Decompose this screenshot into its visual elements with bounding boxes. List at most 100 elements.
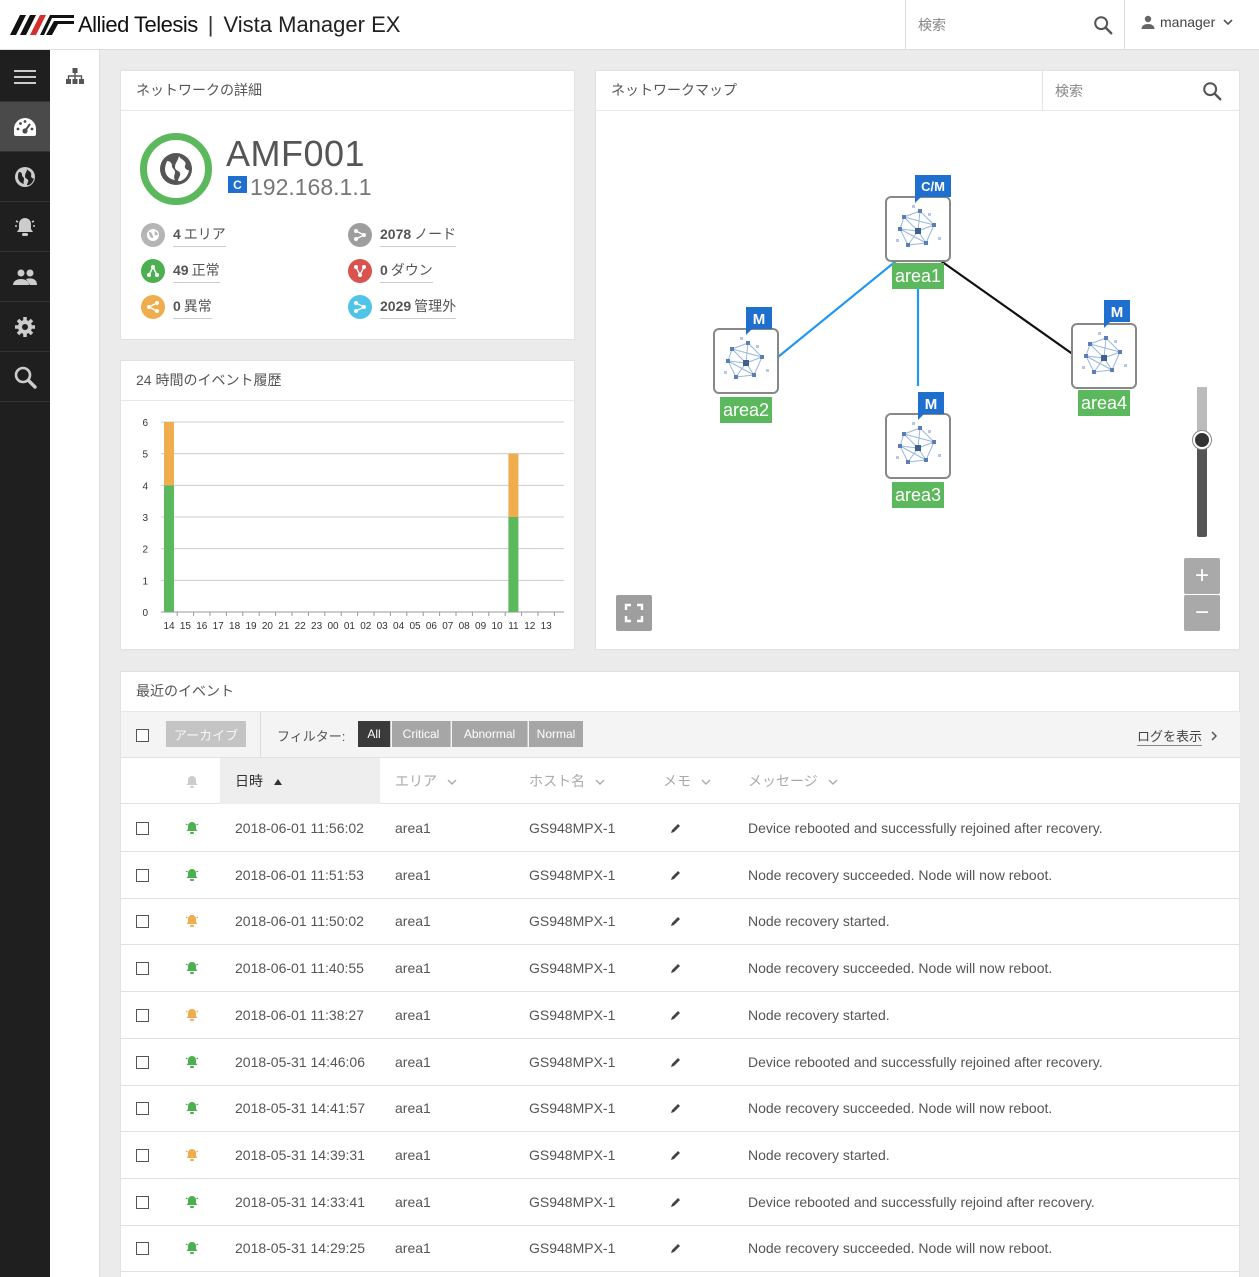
- sidebar-item-network[interactable]: [0, 152, 50, 202]
- row-area[interactable]: area1: [395, 992, 431, 1038]
- row-checkbox[interactable]: [136, 1148, 149, 1162]
- fullscreen-button[interactable]: [616, 595, 652, 631]
- row-area[interactable]: area1: [395, 1039, 431, 1085]
- edit-memo-icon[interactable]: [670, 852, 682, 898]
- row-area[interactable]: area1: [395, 1225, 431, 1271]
- stat-abnormal-count: 0: [173, 297, 181, 314]
- row-host[interactable]: GS948MPX-1: [529, 992, 615, 1038]
- map-node-area3[interactable]: M area3: [885, 392, 951, 508]
- map-node-area1[interactable]: C/M area1: [885, 175, 951, 289]
- filter-normal[interactable]: Normal: [529, 721, 583, 747]
- row-area[interactable]: area1: [395, 1179, 431, 1225]
- edit-memo-icon[interactable]: [670, 898, 682, 944]
- stat-nodes[interactable]: 2078 ノード: [348, 223, 457, 247]
- header-search-input[interactable]: [918, 14, 1078, 36]
- row-area[interactable]: area1: [395, 805, 431, 851]
- edit-memo-icon[interactable]: [670, 1225, 682, 1271]
- table-row[interactable]: 2018-05-31 14:41:57 area1 GS948MPX-1 Node r…: [121, 1085, 1240, 1133]
- column-area[interactable]: エリア: [395, 758, 457, 804]
- stat-normal[interactable]: 49 正常: [141, 259, 220, 283]
- row-host[interactable]: GS948MPX-1: [529, 945, 615, 991]
- row-host[interactable]: GS948MPX-1: [529, 898, 615, 944]
- table-row[interactable]: 2018-05-31 14:46:06 area1 GS948MPX-1 Device…: [121, 1039, 1240, 1086]
- row-checkbox[interactable]: [136, 1195, 149, 1209]
- edit-memo-icon[interactable]: [670, 805, 682, 851]
- zoom-out-button[interactable]: −: [1184, 595, 1220, 631]
- row-checkbox[interactable]: [136, 962, 149, 976]
- row-message: Node recovery succeeded. Node will now r…: [748, 866, 1053, 883]
- row-host[interactable]: GS948MPX-1: [529, 1039, 615, 1085]
- table-row[interactable]: 2018-06-01 11:51:53 area1 GS948MPX-1 Node r…: [121, 852, 1240, 899]
- row-checkbox[interactable]: [136, 915, 149, 929]
- user-menu[interactable]: manager: [1140, 14, 1239, 30]
- table-row[interactable]: 2018-06-01 11:56:02 area1 GS948MPX-1 Device…: [121, 805, 1240, 852]
- chart-bar[interactable]: [508, 517, 519, 612]
- table-row[interactable]: 2018-06-01 11:38:27 area1 GS948MPX-1 Node r…: [121, 992, 1240, 1039]
- column-time[interactable]: 日時: [220, 758, 380, 804]
- archive-button[interactable]: アーカイブ: [166, 721, 246, 747]
- filter-abnormal[interactable]: Abnormal: [452, 721, 528, 747]
- sidebar-item-users[interactable]: [0, 252, 50, 302]
- row-host[interactable]: GS948MPX-1: [529, 1179, 615, 1225]
- chart-bar[interactable]: [164, 485, 174, 612]
- row-message: Node recovery succeeded. Node will now r…: [748, 1100, 1053, 1117]
- select-all-checkbox[interactable]: [136, 729, 149, 742]
- table-row[interactable]: 2018-05-31 14:39:31 area1 GS948MPX-1 Node r…: [121, 1132, 1240, 1179]
- table-row[interactable]: 2018-05-31 14:33:41 area1 GS948MPX-1 Device…: [121, 1179, 1240, 1226]
- map-search-input[interactable]: [1055, 80, 1185, 102]
- stat-down[interactable]: 0 ダウン: [348, 259, 433, 283]
- row-area[interactable]: area1: [395, 852, 431, 898]
- chart-bar[interactable]: [164, 422, 174, 486]
- menu-toggle[interactable]: [0, 52, 50, 102]
- row-host[interactable]: GS948MPX-1: [529, 1085, 615, 1131]
- row-host[interactable]: GS948MPX-1: [529, 805, 615, 851]
- sidebar-item-settings[interactable]: [0, 302, 50, 352]
- alarm-icon: [15, 217, 35, 236]
- allied-telesis-logo[interactable]: Allied Telesis | Vista Manager EX: [10, 11, 400, 39]
- table-row[interactable]: 2018-06-01 11:50:02 area1 GS948MPX-1 Node r…: [121, 898, 1240, 946]
- row-area[interactable]: area1: [395, 945, 431, 991]
- row-checkbox[interactable]: [136, 868, 149, 882]
- stat-areas[interactable]: 4 エリア: [141, 223, 226, 247]
- stat-abnormal[interactable]: 0 異常: [141, 295, 212, 319]
- row-checkbox[interactable]: [136, 822, 149, 835]
- sidebar-item-dashboard[interactable]: [0, 102, 50, 152]
- table-row[interactable]: 2018-06-01 11:40:55 area1 GS948MPX-1 Node r…: [121, 945, 1240, 993]
- edit-memo-icon[interactable]: [670, 945, 682, 991]
- filter-all[interactable]: All: [358, 721, 391, 747]
- column-message[interactable]: メッセージ: [748, 758, 838, 804]
- table-row[interactable]: 2018-05-31 14:29:25 area1 GS948MPX-1 Node r…: [121, 1225, 1240, 1273]
- edit-memo-icon[interactable]: [670, 992, 682, 1038]
- zoom-slider-handle[interactable]: [1193, 431, 1211, 449]
- chart-bar[interactable]: [508, 453, 519, 517]
- row-area[interactable]: area1: [395, 898, 431, 944]
- row-checkbox[interactable]: [136, 1008, 149, 1022]
- map-node-area4[interactable]: M area4: [1071, 300, 1137, 416]
- network-map-canvas[interactable]: C/M area1 M area2 M area3 M area4: [596, 111, 1239, 649]
- stat-unmanaged[interactable]: 2029 管理外: [348, 295, 457, 319]
- row-host[interactable]: GS948MPX-1: [529, 852, 615, 898]
- row-host[interactable]: GS948MPX-1: [529, 1132, 615, 1178]
- show-log-link[interactable]: ログを表示: [1137, 726, 1220, 746]
- zoom-slider[interactable]: [1197, 387, 1207, 537]
- row-area[interactable]: area1: [395, 1085, 431, 1131]
- row-checkbox[interactable]: [136, 1242, 149, 1256]
- row-area[interactable]: area1: [395, 1132, 431, 1178]
- row-host[interactable]: GS948MPX-1: [529, 1225, 615, 1271]
- filter-critical[interactable]: Critical: [392, 721, 451, 747]
- sidebar-item-search[interactable]: [0, 352, 50, 402]
- search-icon[interactable]: [1092, 14, 1114, 36]
- edit-memo-icon[interactable]: [670, 1085, 682, 1131]
- row-checkbox[interactable]: [136, 1055, 149, 1069]
- edit-memo-icon[interactable]: [670, 1132, 682, 1178]
- search-icon[interactable]: [1201, 80, 1223, 102]
- column-host[interactable]: ホスト名: [529, 758, 605, 804]
- row-checkbox[interactable]: [136, 1102, 149, 1116]
- edit-memo-icon[interactable]: [670, 1039, 682, 1085]
- sidebar-item-alarms[interactable]: [0, 202, 50, 252]
- zoom-in-button[interactable]: +: [1184, 558, 1220, 594]
- network-tree-icon[interactable]: [66, 68, 84, 84]
- edit-memo-icon[interactable]: [670, 1179, 682, 1225]
- map-node-area2[interactable]: M area2: [713, 307, 779, 423]
- column-memo[interactable]: メモ: [663, 758, 711, 804]
